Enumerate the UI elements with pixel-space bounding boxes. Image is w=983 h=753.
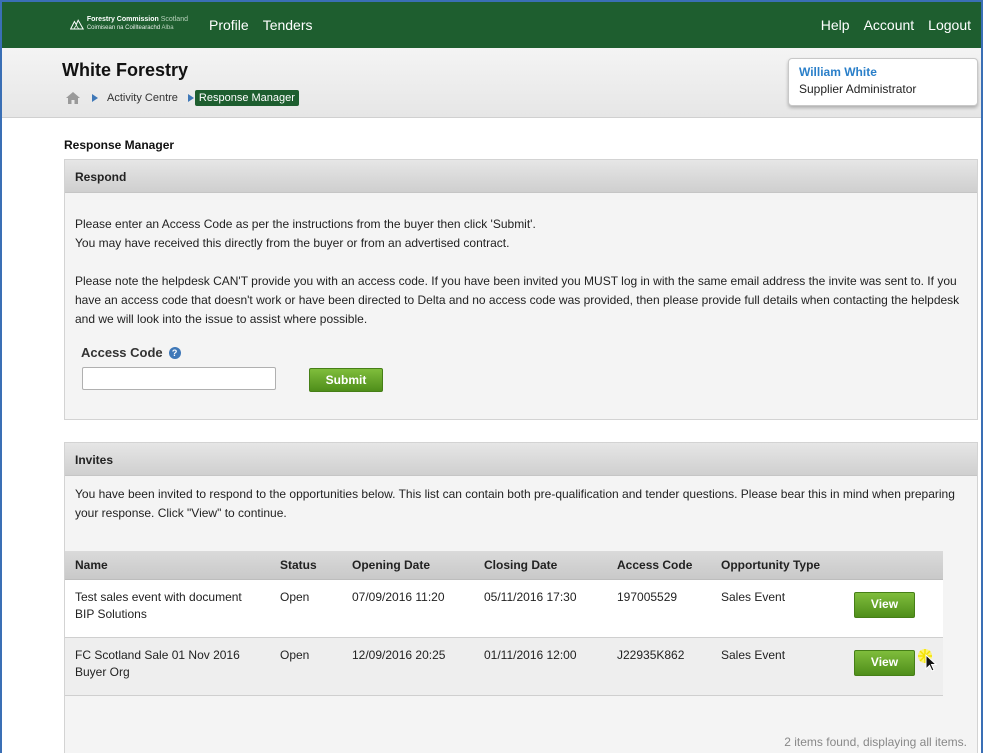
logo-line1: Forestry Commission	[86, 16, 159, 23]
respond-panel: Respond Please enter an Access Code as p…	[64, 159, 978, 420]
home-icon[interactable]	[66, 92, 80, 104]
top-navbar: Forestry Commission Scotland Coimisean n…	[2, 2, 981, 48]
nav-account-link[interactable]: Account	[864, 17, 915, 33]
view-button[interactable]: View	[854, 591, 915, 618]
column-header-closing-date[interactable]: Closing Date	[474, 551, 607, 580]
logo-line2: Coimisean na Coilltearachd	[86, 25, 161, 31]
access-code-input[interactable]	[82, 367, 276, 390]
breadcrumb-response-manager: Response Manager	[194, 90, 299, 106]
logo-line1-light: Scotland	[160, 16, 188, 23]
app-window: Forestry Commission Scotland Coimisean n…	[0, 0, 983, 753]
cell-opportunity-type: Sales Event	[711, 579, 843, 638]
help-icon[interactable]: ?	[168, 346, 181, 359]
cell-closing-date: 05/11/2016 17:30	[474, 579, 607, 638]
invites-table: Name Status Opening Date Closing Date Ac…	[65, 551, 943, 696]
breadcrumb-arrow-icon	[187, 94, 194, 102]
column-header-action	[843, 551, 943, 580]
user-name[interactable]: William White	[799, 65, 967, 79]
invites-intro: You have been invited to respond to the …	[75, 487, 955, 520]
items-found-text: 2 items found, displaying all items.	[784, 735, 967, 749]
cell-name-line1: FC Scotland Sale 01 Nov 2016	[75, 647, 240, 662]
access-code-label-text: Access Code	[81, 345, 163, 360]
cell-status: Open	[270, 637, 342, 696]
cell-opening-date: 07/09/2016 11:20	[342, 579, 474, 638]
helpdesk-notice: Please note the helpdesk CAN'T provide y…	[75, 274, 960, 326]
user-info-box: William White Supplier Administrator	[788, 58, 978, 106]
column-header-name[interactable]: Name	[65, 551, 270, 580]
nav-logout-link[interactable]: Logout	[928, 17, 971, 33]
invites-heading: Invites	[65, 443, 977, 476]
page-header: White Forestry Activity Centre Response …	[2, 48, 981, 118]
breadcrumb: Activity Centre Response Manager	[66, 90, 299, 106]
breadcrumb-arrow-icon	[92, 94, 98, 102]
table-header-row: Name Status Opening Date Closing Date Ac…	[65, 551, 943, 580]
cell-action: View	[843, 579, 943, 638]
forestry-commission-logo[interactable]: Forestry Commission Scotland Coimisean n…	[70, 13, 188, 35]
cell-access-code: J22935K862	[607, 637, 711, 696]
view-button[interactable]: View	[854, 649, 915, 676]
cell-name: FC Scotland Sale 01 Nov 2016 Buyer Org	[65, 637, 270, 696]
cell-name-line2: Buyer Org	[75, 664, 130, 679]
org-title: White Forestry	[62, 60, 189, 80]
invites-panel: Invites You have been invited to respond…	[64, 442, 978, 753]
nav-help-link[interactable]: Help	[821, 17, 850, 33]
access-code-label: Access Code ?	[81, 345, 181, 360]
submit-button[interactable]: Submit	[309, 368, 383, 392]
respond-instructions: Please enter an Access Code as per the i…	[75, 215, 965, 253]
respond-instructions-line2: You may have received this directly from…	[75, 236, 510, 250]
breadcrumb-activity-centre[interactable]: Activity Centre	[107, 92, 178, 104]
column-header-opening-date[interactable]: Opening Date	[342, 551, 474, 580]
cell-opportunity-type: Sales Event	[711, 637, 843, 696]
cell-name-line2: BIP Solutions	[75, 606, 147, 621]
column-header-opportunity-type[interactable]: Opportunity Type	[711, 551, 843, 580]
respond-instructions-line1: Please enter an Access Code as per the i…	[75, 217, 536, 231]
nav-profile-link[interactable]: Profile	[209, 17, 249, 33]
page-title: Response Manager	[64, 138, 175, 152]
table-row: Test sales event with document BIP Solut…	[65, 579, 943, 638]
column-header-status[interactable]: Status	[270, 551, 342, 580]
logo-tree-icon	[70, 19, 84, 30]
respond-heading: Respond	[65, 160, 977, 193]
mouse-cursor-icon	[918, 649, 938, 672]
column-header-access-code[interactable]: Access Code	[607, 551, 711, 580]
cell-access-code: 197005529	[607, 579, 711, 638]
cell-name-line1: Test sales event with document	[75, 589, 242, 604]
cell-closing-date: 01/11/2016 12:00	[474, 637, 607, 696]
table-row: FC Scotland Sale 01 Nov 2016 Buyer Org O…	[65, 637, 943, 696]
cell-name: Test sales event with document BIP Solut…	[65, 579, 270, 638]
logo-line2-light: Alba	[161, 25, 174, 31]
cell-opening-date: 12/09/2016 20:25	[342, 637, 474, 696]
user-role: Supplier Administrator	[799, 82, 917, 96]
nav-tenders-link[interactable]: Tenders	[263, 17, 313, 33]
cell-status: Open	[270, 579, 342, 638]
